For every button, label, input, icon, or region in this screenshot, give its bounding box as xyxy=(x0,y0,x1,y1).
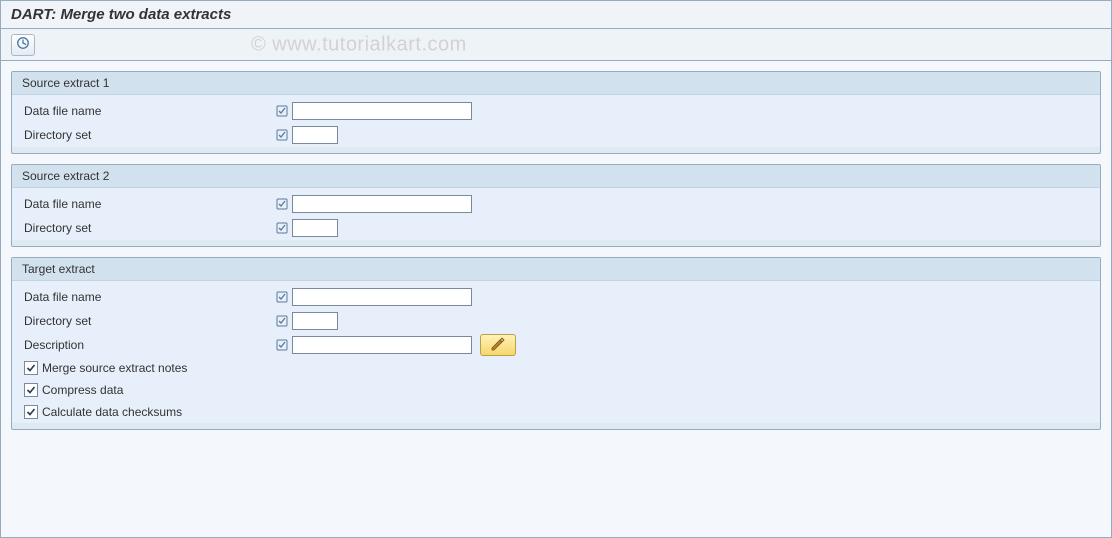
matchcode-icon[interactable] xyxy=(274,312,290,330)
clock-execute-icon xyxy=(16,36,30,53)
matchcode-icon[interactable] xyxy=(274,126,290,144)
row-directory: Directory set xyxy=(14,309,1098,333)
row-description: Description xyxy=(14,333,1098,357)
label-data-file: Data file name xyxy=(24,290,274,304)
checkbox-merge-notes[interactable] xyxy=(24,361,38,375)
pencil-icon xyxy=(490,337,506,354)
check-icon xyxy=(26,385,36,395)
group-body: Data file name Directory set xyxy=(12,188,1100,240)
input-source1-directory[interactable] xyxy=(292,126,338,144)
toolbar: © www.tutorialkart.com xyxy=(1,29,1111,61)
group-source-extract-2: Source extract 2 Data file name Director… xyxy=(11,164,1101,247)
label-directory: Directory set xyxy=(24,314,274,328)
row-data-file: Data file name xyxy=(14,192,1098,216)
matchcode-icon[interactable] xyxy=(274,219,290,237)
row-checksums: Calculate data checksums xyxy=(14,401,1098,423)
row-directory: Directory set xyxy=(14,123,1098,147)
group-legend: Source extract 1 xyxy=(12,72,1100,95)
window-title-bar: DART: Merge two data extracts xyxy=(1,1,1111,29)
group-body: Data file name Directory set Description xyxy=(12,281,1100,423)
matchcode-icon[interactable] xyxy=(274,288,290,306)
edit-description-button[interactable] xyxy=(480,334,516,356)
input-source1-data-file[interactable] xyxy=(292,102,472,120)
label-description: Description xyxy=(24,338,274,352)
group-legend: Target extract xyxy=(12,258,1100,281)
checkbox-checksums[interactable] xyxy=(24,405,38,419)
input-source2-data-file[interactable] xyxy=(292,195,472,213)
execute-button[interactable] xyxy=(11,34,35,56)
label-data-file: Data file name xyxy=(24,104,274,118)
label-compress: Compress data xyxy=(42,383,123,397)
content-area: Source extract 1 Data file name Director… xyxy=(1,61,1111,450)
row-data-file: Data file name xyxy=(14,99,1098,123)
input-target-data-file[interactable] xyxy=(292,288,472,306)
group-source-extract-1: Source extract 1 Data file name Director… xyxy=(11,71,1101,154)
check-icon xyxy=(26,407,36,417)
row-data-file: Data file name xyxy=(14,285,1098,309)
input-source2-directory[interactable] xyxy=(292,219,338,237)
app-window: DART: Merge two data extracts © www.tuto… xyxy=(0,0,1112,538)
label-directory: Directory set xyxy=(24,128,274,142)
watermark-text: © www.tutorialkart.com xyxy=(251,33,467,56)
matchcode-icon[interactable] xyxy=(274,195,290,213)
row-merge-notes: Merge source extract notes xyxy=(14,357,1098,379)
group-body: Data file name Directory set xyxy=(12,95,1100,147)
input-target-description[interactable] xyxy=(292,336,472,354)
label-directory: Directory set xyxy=(24,221,274,235)
input-target-directory[interactable] xyxy=(292,312,338,330)
window-title: DART: Merge two data extracts xyxy=(11,6,231,23)
label-data-file: Data file name xyxy=(24,197,274,211)
check-icon xyxy=(26,363,36,373)
checkbox-compress[interactable] xyxy=(24,383,38,397)
row-compress: Compress data xyxy=(14,379,1098,401)
matchcode-icon[interactable] xyxy=(274,102,290,120)
matchcode-icon[interactable] xyxy=(274,336,290,354)
row-directory: Directory set xyxy=(14,216,1098,240)
label-merge-notes: Merge source extract notes xyxy=(42,361,187,375)
label-checksums: Calculate data checksums xyxy=(42,405,182,419)
group-legend: Source extract 2 xyxy=(12,165,1100,188)
group-target-extract: Target extract Data file name Directory … xyxy=(11,257,1101,430)
